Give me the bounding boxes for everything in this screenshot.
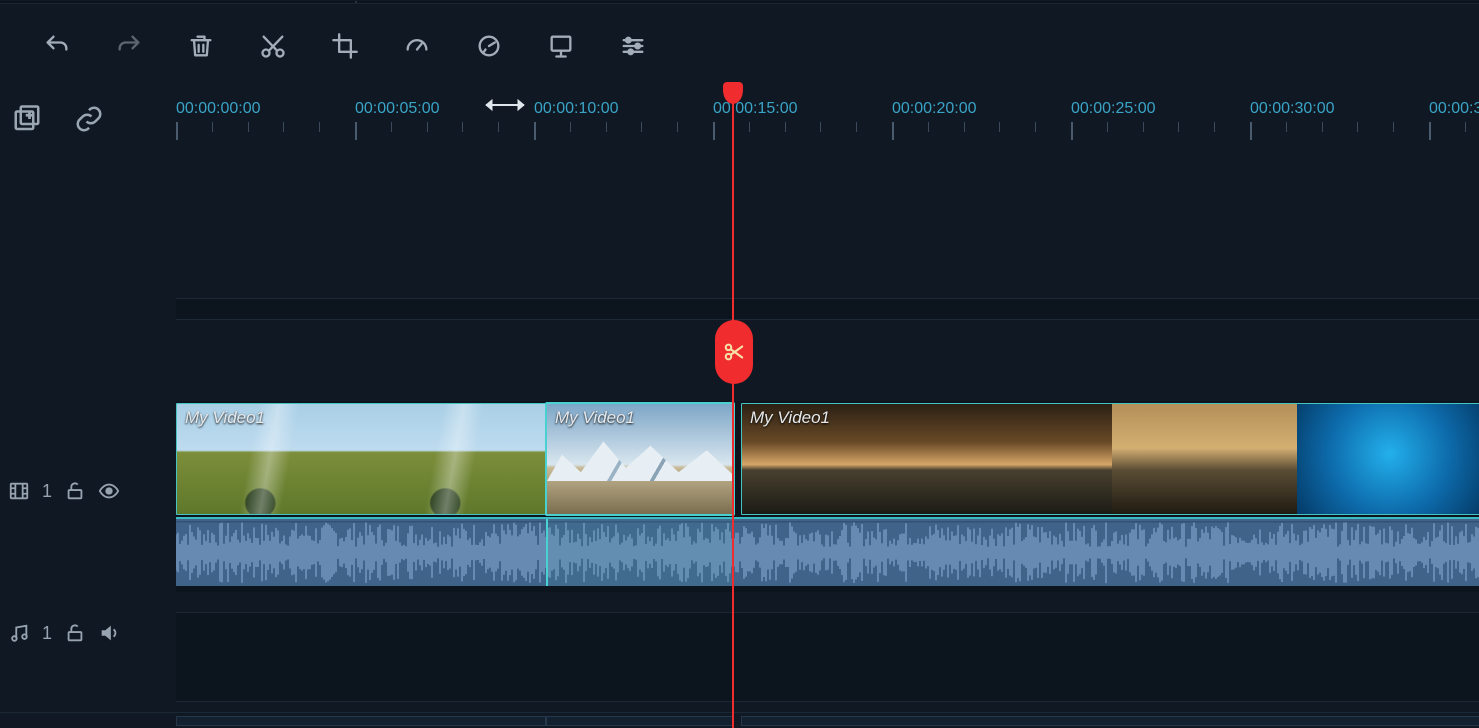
- ruler-label: 00:00:05:00: [355, 100, 440, 118]
- link-button[interactable]: [72, 102, 106, 136]
- export-button[interactable]: [544, 29, 578, 63]
- undo-button[interactable]: [40, 29, 74, 63]
- playhead[interactable]: [732, 82, 734, 728]
- audio-waveform[interactable]: [176, 517, 1479, 587]
- volume-icon[interactable]: [98, 622, 120, 644]
- video-track-header: 1: [8, 480, 120, 502]
- range-arrow-icon: [484, 97, 526, 113]
- audio-track-header: 1: [8, 622, 120, 644]
- unlock-icon[interactable]: [64, 480, 86, 502]
- ruler-label: 00:00:30:00: [1250, 100, 1335, 118]
- add-track-button[interactable]: [10, 102, 44, 136]
- timeline-ruler[interactable]: 00:00:00:00 00:00:05:00 00:00:10:00 00:00:1…: [176, 92, 1479, 148]
- clip-label: My Video1: [555, 408, 635, 428]
- track-header-column: 1 1: [0, 400, 176, 728]
- track-top-strip: [176, 298, 1479, 320]
- ruler-label: 00:00:10:00: [534, 100, 619, 118]
- scissors-icon: [723, 341, 745, 363]
- audio-track[interactable]: [176, 612, 1479, 702]
- music-icon: [8, 622, 30, 644]
- video-clip[interactable]: My Video1: [546, 403, 734, 515]
- ruler-label: 00:00:15:00: [713, 100, 798, 118]
- video-track-index: 1: [42, 481, 52, 502]
- audio-track-index: 1: [42, 623, 52, 644]
- speed-button[interactable]: [400, 29, 434, 63]
- color-button[interactable]: [472, 29, 506, 63]
- toolbar: [0, 18, 1479, 73]
- clip-label: My Video1: [750, 408, 830, 428]
- clip-label: My Video1: [185, 408, 265, 428]
- settings-button[interactable]: [616, 29, 650, 63]
- ruler-label: 00:00:25:00: [1071, 100, 1156, 118]
- ruler-label: 00:00:00:00: [176, 100, 261, 118]
- unlock-icon[interactable]: [64, 622, 86, 644]
- crop-button[interactable]: [328, 29, 362, 63]
- ruler-label: 00:00:20:00: [892, 100, 977, 118]
- video-clip[interactable]: My Video1: [741, 403, 1479, 515]
- ruler-label: 00:00:3: [1429, 100, 1479, 118]
- tracks-area: 1 1 My Video1 My Video1 My Video1: [0, 400, 1479, 728]
- split-button[interactable]: [715, 320, 753, 384]
- eye-icon[interactable]: [98, 480, 120, 502]
- film-icon: [8, 480, 30, 502]
- redo-button[interactable]: [112, 29, 146, 63]
- delete-button[interactable]: [184, 29, 218, 63]
- video-clip[interactable]: My Video1: [176, 403, 546, 515]
- cut-button[interactable]: [256, 29, 290, 63]
- bottom-strip: [0, 712, 1479, 728]
